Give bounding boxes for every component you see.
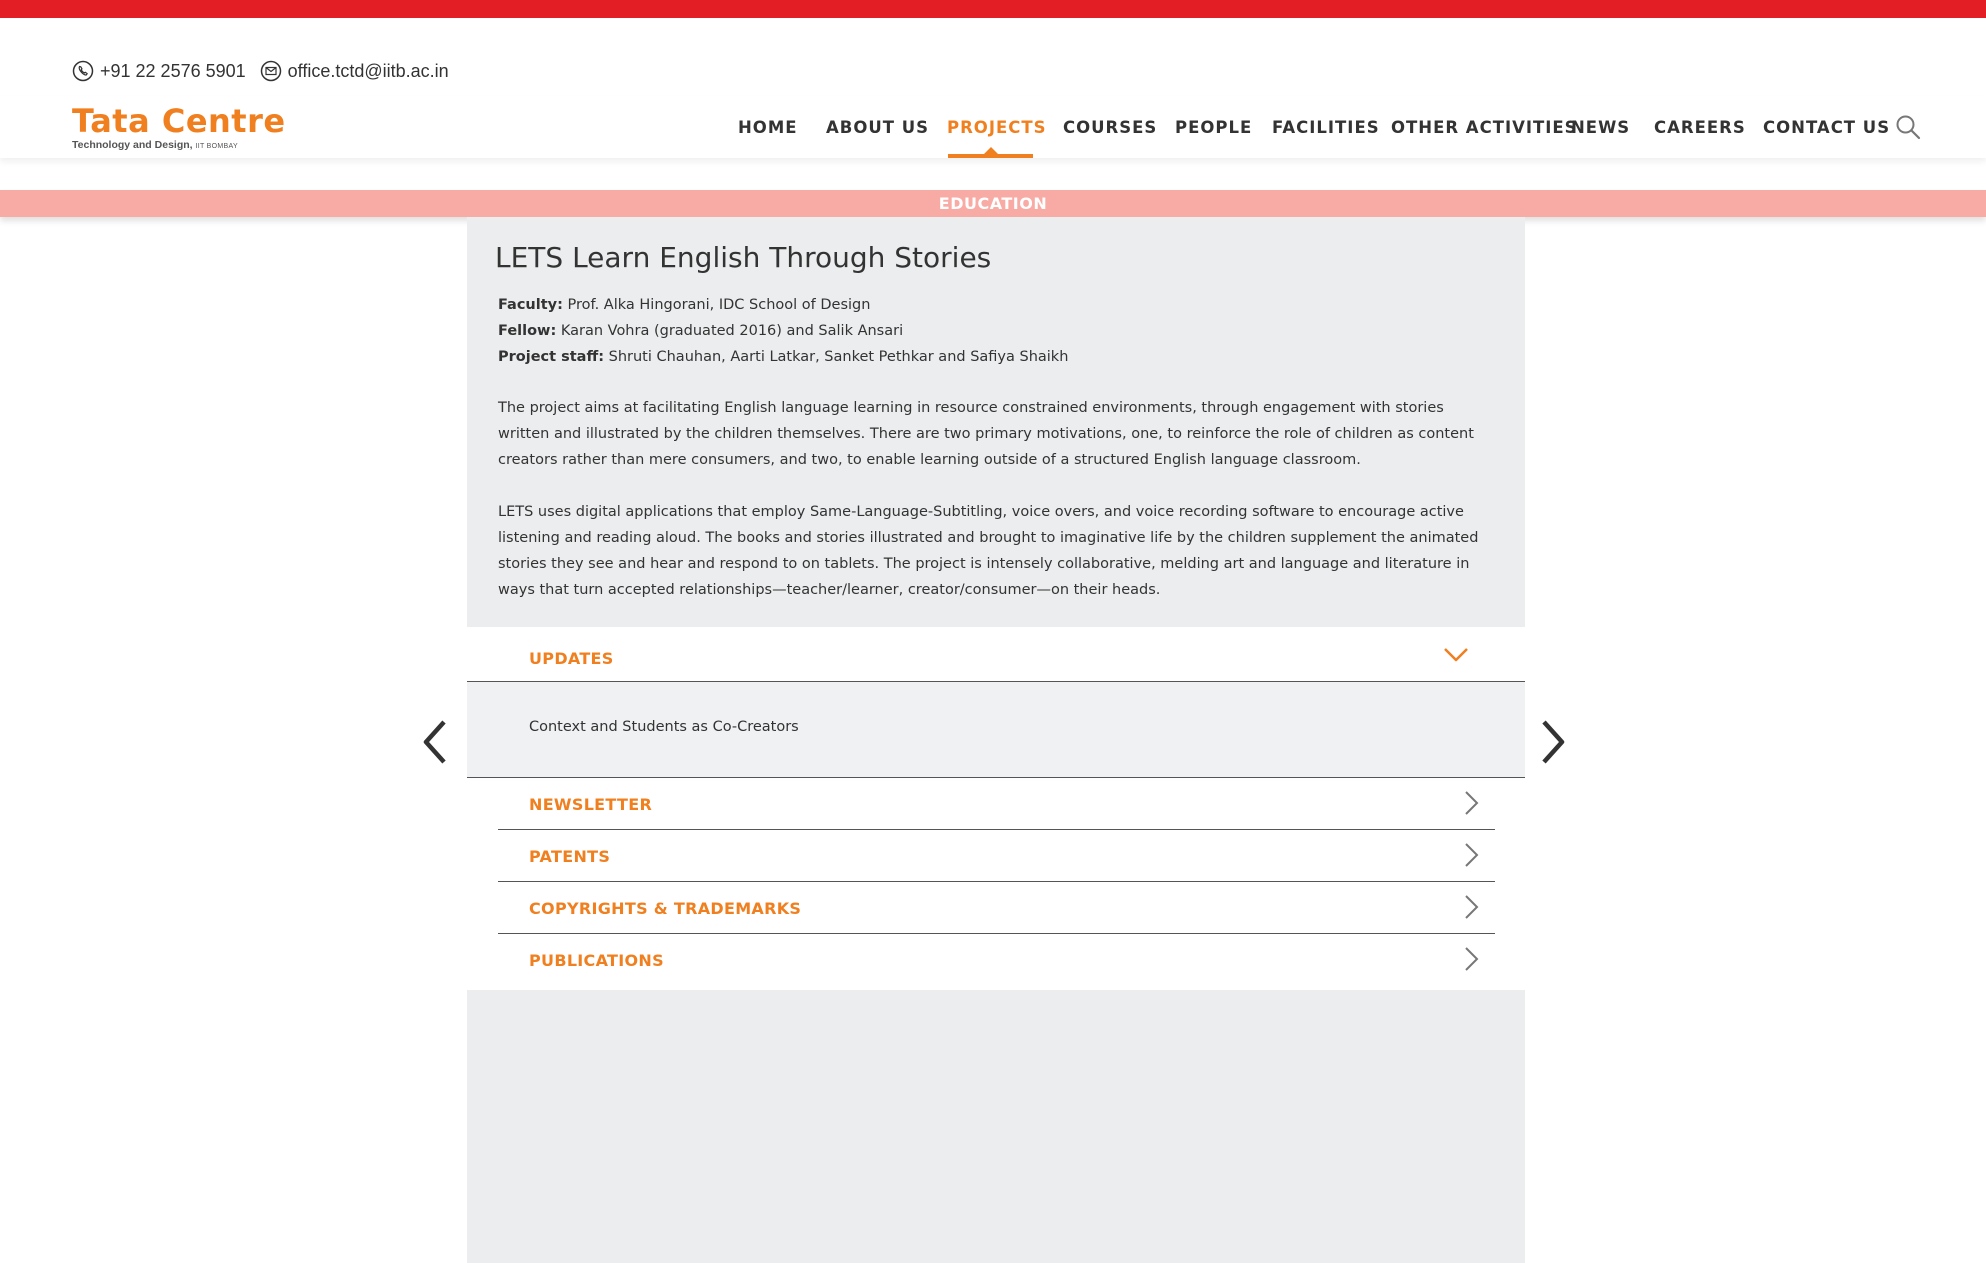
updates-accordion-body: Context and Students as Co-Creators	[467, 682, 1525, 778]
copyrights-trademarks-accordion-row[interactable]: COPYRIGHTS & TRADEMARKS	[498, 882, 1495, 934]
search-icon[interactable]	[1895, 114, 1921, 145]
nav-courses[interactable]: COURSES	[1063, 118, 1157, 137]
nav-news[interactable]: NEWS	[1571, 118, 1630, 137]
update-link[interactable]: Context and Students as Co-Creators	[529, 719, 799, 735]
chevron-right-icon	[1463, 894, 1479, 925]
staff-label: Project staff:	[498, 349, 605, 365]
project-description-2: LETS uses digital applications that empl…	[498, 504, 1479, 598]
patents-accordion-row[interactable]: PATENTS	[498, 830, 1495, 882]
chevron-left-icon[interactable]	[420, 718, 450, 771]
faculty-line: Faculty: Prof. Alka Hingorani, IDC Schoo…	[498, 292, 1068, 318]
phone-icon	[72, 60, 94, 82]
email-address: office.tctd@iitb.ac.in	[287, 60, 449, 81]
chevron-right-icon	[1463, 790, 1479, 821]
chevron-right-icon	[1463, 946, 1479, 977]
faculty-label: Faculty:	[498, 297, 563, 313]
email-contact[interactable]: office.tctd@iitb.ac.in	[260, 60, 449, 82]
project-title: LETS Learn English Through Stories	[495, 241, 992, 274]
chevron-right-icon	[1463, 842, 1479, 873]
phone-contact[interactable]: +91 22 2576 5901	[72, 60, 246, 82]
updates-label: UPDATES	[529, 649, 614, 668]
staff-line: Project staff: Shruti Chauhan, Aarti Lat…	[498, 344, 1068, 370]
updates-accordion-header[interactable]: UPDATES	[467, 627, 1525, 682]
faculty-value: Prof. Alka Hingorani, IDC School of Desi…	[562, 297, 871, 313]
envelope-icon	[260, 60, 282, 82]
nav-facilities[interactable]: FACILITIES	[1272, 118, 1380, 137]
nav-about-us[interactable]: ABOUT US	[826, 118, 929, 137]
contact-row: +91 22 2576 5901 office.tctd@iitb.ac.in	[72, 60, 449, 82]
copyrights-trademarks-label: COPYRIGHTS & TRADEMARKS	[529, 899, 802, 918]
newsletter-accordion-row[interactable]: NEWSLETTER	[498, 778, 1495, 830]
nav-careers[interactable]: CAREERS	[1654, 118, 1746, 137]
nav-other-activities[interactable]: OTHER ACTIVITIES	[1391, 118, 1578, 137]
project-description-1: The project aims at facilitating English…	[498, 400, 1474, 468]
fellow-label: Fellow:	[498, 323, 557, 339]
patents-label: PATENTS	[529, 847, 611, 866]
phone-number: +91 22 2576 5901	[100, 60, 246, 81]
nav-people[interactable]: PEOPLE	[1175, 118, 1252, 137]
category-banner: EDUCATION	[0, 190, 1986, 217]
fellow-value: Karan Vohra (graduated 2016) and Salik A…	[556, 323, 904, 339]
active-nav-underline	[948, 154, 1033, 158]
chevron-right-icon[interactable]	[1538, 718, 1568, 771]
site-header: Tata Centre Technology and Design, IIT B…	[0, 96, 1986, 158]
nav-projects[interactable]: PROJECTS	[947, 118, 1046, 137]
content-footer-panel	[467, 990, 1525, 1263]
project-meta: Faculty: Prof. Alka Hingorani, IDC Schoo…	[498, 292, 1068, 370]
publications-label: PUBLICATIONS	[529, 951, 664, 970]
chevron-down-icon	[1443, 647, 1469, 668]
top-accent-bar	[0, 0, 1986, 18]
fellow-line: Fellow: Karan Vohra (graduated 2016) and…	[498, 318, 1068, 344]
nav-contact-us[interactable]: CONTACT US	[1763, 118, 1890, 137]
project-details-panel: LETS Learn English Through Stories Facul…	[467, 217, 1525, 627]
newsletter-label: NEWSLETTER	[529, 795, 653, 814]
staff-value: Shruti Chauhan, Aarti Latkar, Sanket Pet…	[604, 349, 1069, 365]
main-nav: HOME ABOUT US PROJECTS COURSES PEOPLE FA…	[0, 96, 1986, 158]
publications-accordion-row[interactable]: PUBLICATIONS	[498, 934, 1495, 989]
nav-home[interactable]: HOME	[738, 118, 798, 137]
